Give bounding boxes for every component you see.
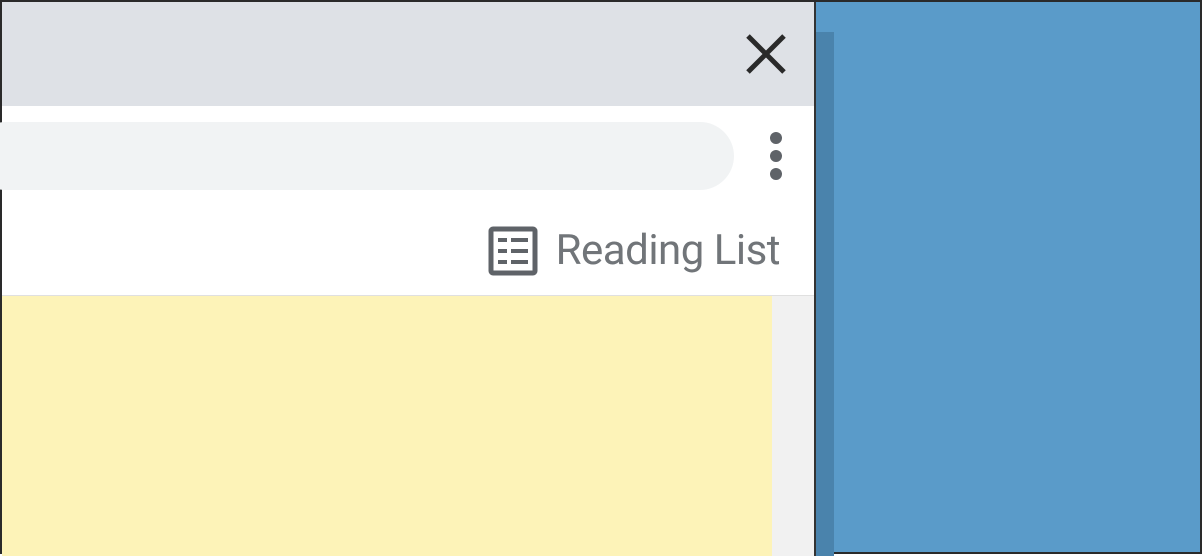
window-titlebar xyxy=(2,2,814,106)
vertical-scrollbar[interactable] xyxy=(772,296,814,556)
browser-toolbar xyxy=(2,106,814,206)
close-icon xyxy=(744,32,788,76)
address-bar[interactable] xyxy=(0,122,734,190)
reading-list-icon xyxy=(488,226,538,276)
reading-list-button[interactable]: Reading List xyxy=(488,226,780,276)
close-button[interactable] xyxy=(736,24,796,84)
content-area xyxy=(2,296,814,556)
browser-window: Reading List xyxy=(2,2,816,556)
bookmarks-bar: Reading List xyxy=(2,206,814,296)
reading-list-label: Reading List xyxy=(556,226,780,275)
menu-button[interactable] xyxy=(756,126,796,186)
more-vertical-icon xyxy=(770,132,782,180)
page-content[interactable] xyxy=(2,296,772,556)
